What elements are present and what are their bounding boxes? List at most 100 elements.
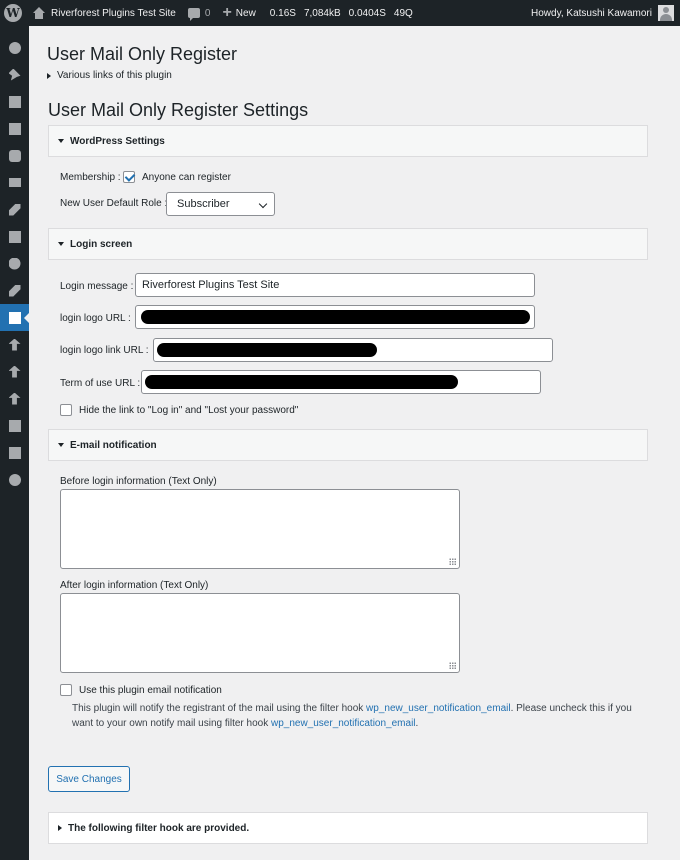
comment-icon: [187, 8, 200, 21]
wordpress-settings-heading: WordPress Settings: [70, 135, 165, 147]
dashboard-icon: [8, 41, 21, 54]
before-login-label: Before login information (Text Only): [60, 476, 217, 487]
login-screen-heading: Login screen: [70, 238, 133, 250]
page-title: User Mail Only Register: [47, 44, 238, 64]
email-notification-header[interactable]: E-mail notification: [48, 429, 648, 461]
upload-icon: [8, 365, 21, 378]
filter-hooks-heading: The following filter hook are provided.: [68, 822, 250, 834]
login-message-label: Login message :: [60, 281, 134, 292]
caret-right-icon: [47, 72, 51, 79]
sidebar-item-tools[interactable]: [0, 277, 29, 304]
after-login-label: After login information (Text Only): [60, 580, 209, 591]
anyone-can-register-checkbox[interactable]: [123, 171, 135, 183]
stat-queries: 49Q: [393, 7, 413, 19]
before-login-textarea[interactable]: [60, 489, 460, 569]
sidebar-item-comments[interactable]: [0, 142, 29, 169]
settings-title: User Mail Only Register Settings: [48, 100, 309, 120]
default-role-select[interactable]: Subscriber: [166, 192, 275, 216]
users-icon: [8, 257, 21, 270]
my-account-menu[interactable]: Howdy, Katsushi Kawamori: [525, 0, 680, 26]
filter-hook-link[interactable]: wp_new_user_notification_email: [271, 718, 416, 729]
howdy-text: Howdy, Katsushi Kawamori: [531, 7, 652, 19]
redaction-bar: [145, 375, 458, 389]
various-links-toggle[interactable]: Various links of this plugin: [47, 70, 172, 81]
use-plugin-email-checkbox[interactable]: [60, 684, 72, 696]
comments-menu[interactable]: 0: [182, 0, 217, 26]
use-plugin-email-label: Use this plugin email notification: [79, 685, 222, 696]
home-icon: [33, 7, 45, 19]
sidebar-item-media-2[interactable]: [0, 412, 29, 439]
avatar: [658, 5, 674, 21]
query-monitor-menu[interactable]: 0.16S 7,084kB 0.0404S 49Q: [262, 0, 423, 26]
anyone-can-register-label: Anyone can register: [142, 172, 231, 183]
wordpress-logo-icon: W: [4, 4, 22, 22]
admin-bar: W Riverforest Plugins Test Site 0 + New …: [0, 0, 680, 26]
after-login-textarea[interactable]: [60, 593, 460, 673]
filter-hooks-header[interactable]: The following filter hook are provided.: [48, 812, 648, 844]
wordpress-settings-header[interactable]: WordPress Settings: [48, 125, 648, 157]
resize-grip-icon[interactable]: [449, 662, 456, 669]
stat-time: 0.16S: [269, 7, 296, 19]
login-message-input[interactable]: Riverforest Plugins Test Site: [135, 273, 535, 297]
default-role-value: Subscriber: [177, 198, 230, 210]
comments-icon: [8, 149, 21, 162]
caret-down-icon: [58, 242, 64, 246]
hide-links-checkbox[interactable]: [60, 404, 72, 416]
new-label: New: [235, 7, 256, 19]
sidebar-item-posts[interactable]: [0, 61, 29, 88]
various-links-label: Various links of this plugin: [57, 70, 172, 81]
comments-count: 0: [204, 7, 211, 19]
sidebar-item-users[interactable]: [0, 250, 29, 277]
new-content-menu[interactable]: + New: [216, 0, 261, 26]
media-icon: [8, 419, 21, 432]
sidebar-item-appearance[interactable]: [0, 196, 29, 223]
hide-links-label: Hide the link to "Log in" and "Lost your…: [79, 405, 299, 416]
sidebar-item-pages[interactable]: [0, 115, 29, 142]
tools-icon: [8, 284, 21, 297]
appearance-icon: [8, 203, 21, 216]
caret-down-icon: [58, 139, 64, 143]
sidebar-item-plugins[interactable]: [0, 223, 29, 250]
site-name: Riverforest Plugins Test Site: [51, 7, 176, 19]
logo-url-label: login logo URL :: [60, 313, 131, 324]
plus-icon: +: [222, 4, 232, 21]
sidebar-item-upload-1[interactable]: [0, 331, 29, 358]
redaction-bar: [157, 343, 377, 357]
calendar-icon: [8, 446, 21, 459]
resize-grip-icon[interactable]: [449, 558, 456, 565]
sidebar-item-play[interactable]: [0, 466, 29, 493]
sidebar-item-settings[interactable]: [0, 304, 29, 331]
admin-sidebar: [0, 26, 29, 860]
redaction-bar: [141, 310, 530, 324]
login-screen-header[interactable]: Login screen: [48, 228, 648, 260]
upload-icon: [8, 338, 21, 351]
default-role-label: New User Default Role :: [60, 198, 168, 209]
settings-icon: [8, 311, 21, 324]
stat-memory: 7,084kB: [303, 7, 341, 19]
upload-icon: [8, 392, 21, 405]
stat-db-time: 0.0404S: [348, 7, 386, 19]
filter-hook-link[interactable]: wp_new_user_notification_email: [366, 703, 511, 714]
plugins-icon: [8, 230, 21, 243]
sidebar-item-mail[interactable]: [0, 169, 29, 196]
caret-down-icon: [58, 443, 64, 447]
wp-logo-menu[interactable]: W: [0, 0, 27, 26]
membership-label: Membership :: [60, 172, 121, 183]
caret-right-icon: [58, 825, 62, 831]
sidebar-item-media[interactable]: [0, 88, 29, 115]
sidebar-item-calendar[interactable]: [0, 439, 29, 466]
chevron-down-icon: [258, 199, 268, 209]
email-notification-heading: E-mail notification: [70, 439, 157, 451]
play-icon: [8, 473, 21, 486]
email-notification-description: This plugin will notify the registrant o…: [72, 703, 632, 729]
terms-url-label: Term of use URL :: [60, 378, 141, 389]
sidebar-item-upload-3[interactable]: [0, 385, 29, 412]
sidebar-item-dashboard[interactable]: [0, 34, 29, 61]
sidebar-item-upload-2[interactable]: [0, 358, 29, 385]
pages-icon: [8, 122, 21, 135]
site-name-menu[interactable]: Riverforest Plugins Test Site: [27, 0, 182, 26]
mail-icon: [8, 178, 21, 187]
save-changes-button[interactable]: Save Changes: [48, 766, 130, 792]
pin-icon: [8, 68, 21, 81]
media-icon: [8, 95, 21, 108]
